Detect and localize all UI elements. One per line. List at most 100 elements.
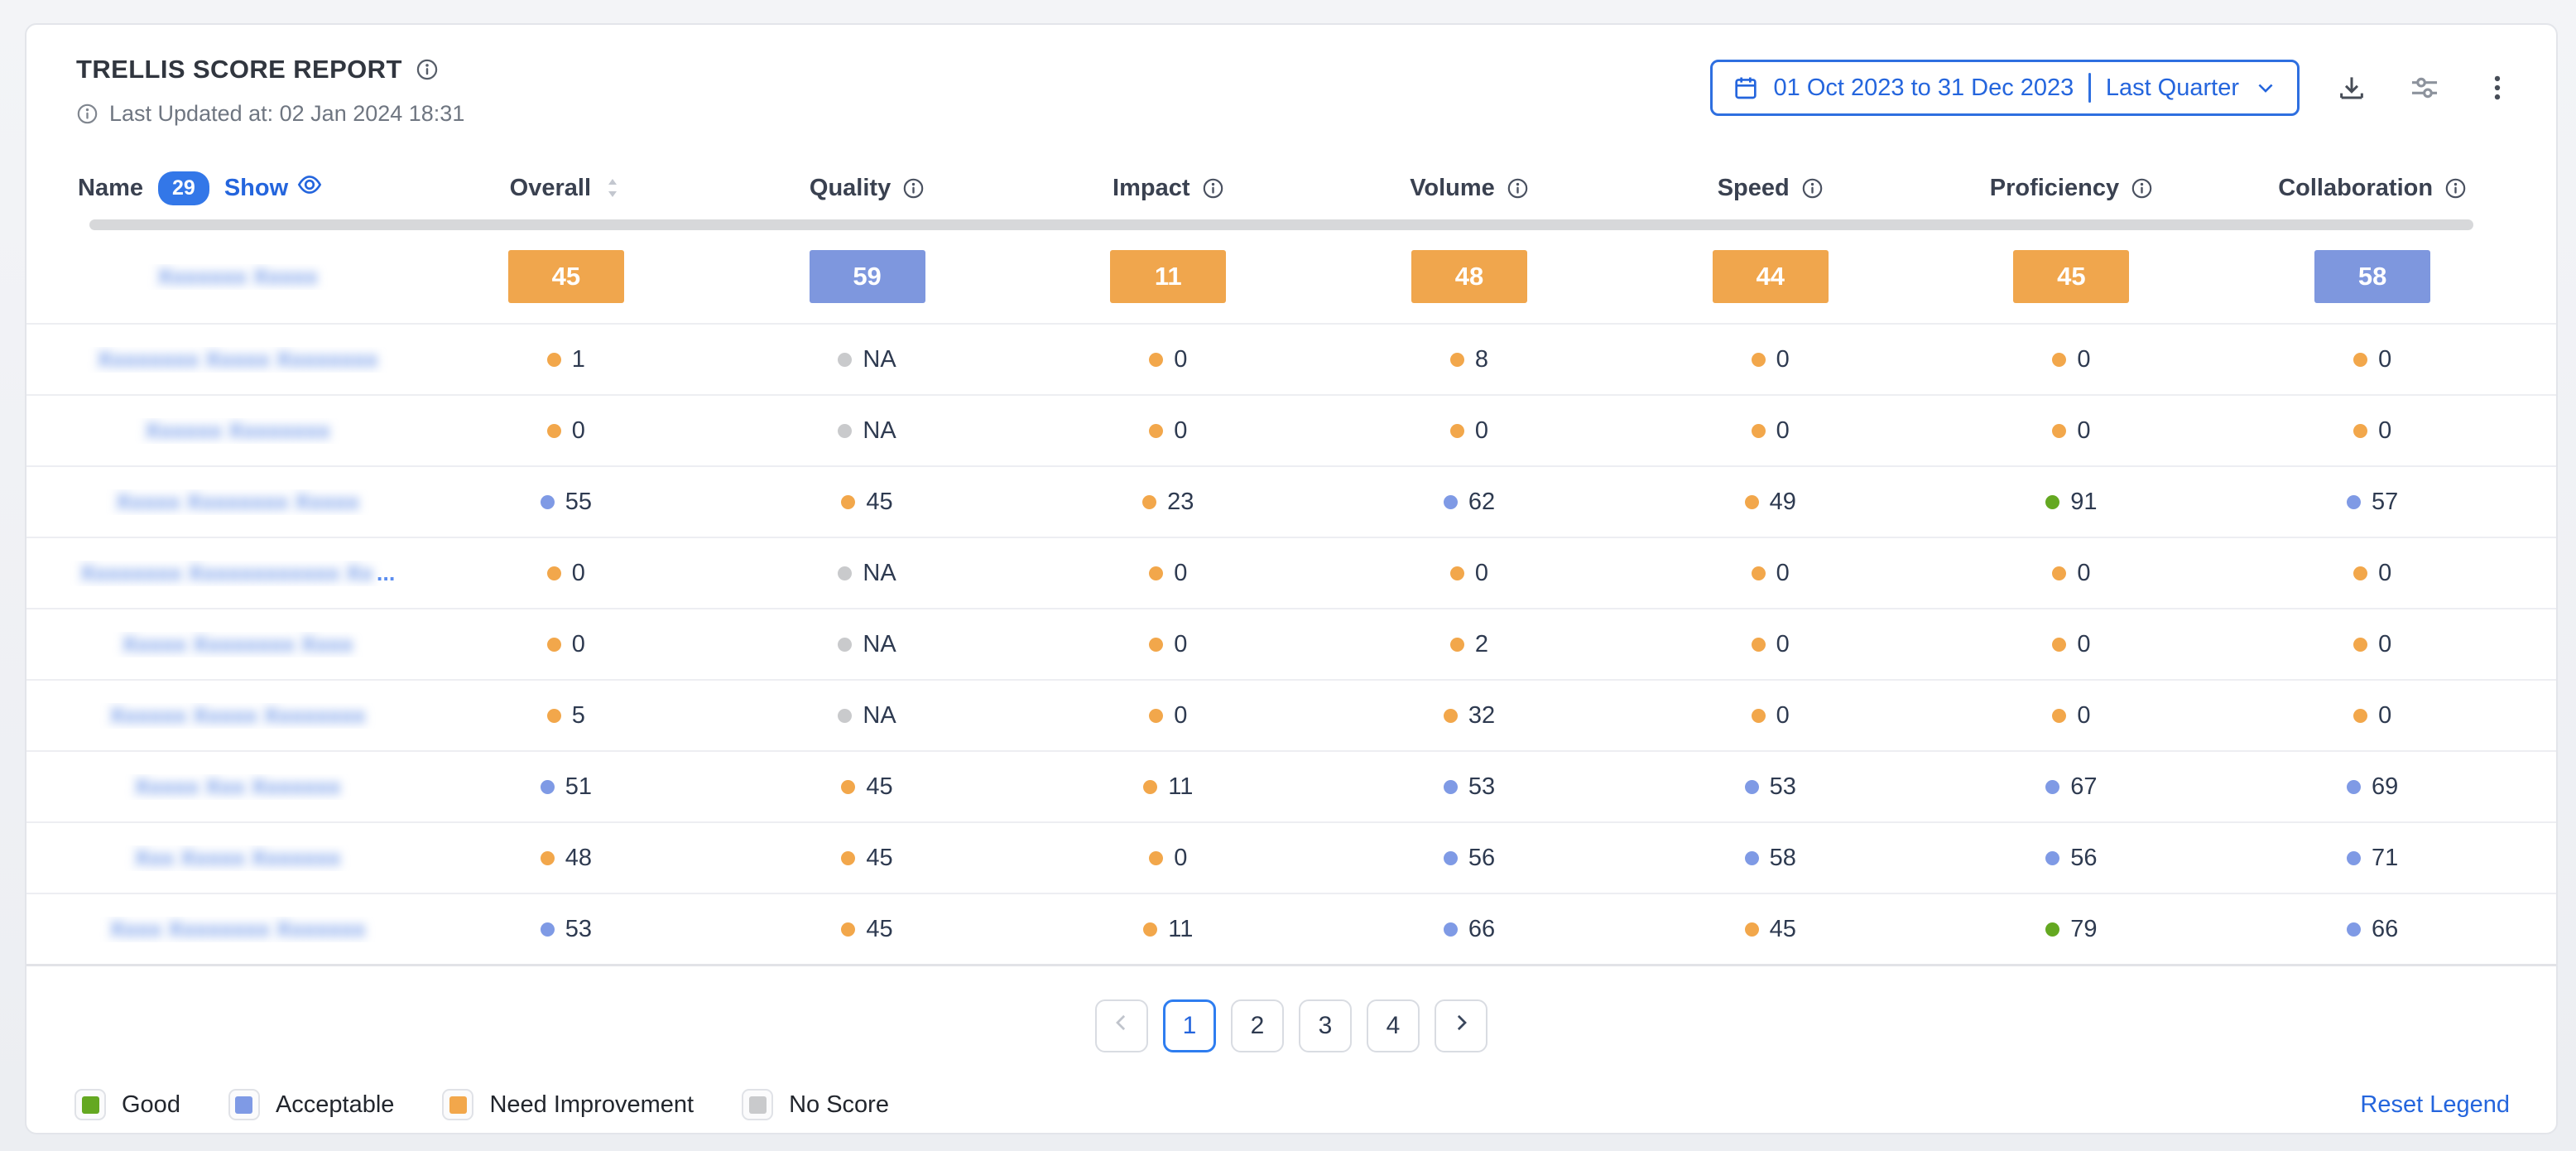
score-value: 53 [565, 916, 592, 943]
trellis-score-report-card: TRELLIS SCORE REPORT Last Updated at: 02… [25, 23, 2558, 1134]
redacted-developer-name: Xxxxx Xxxxxxxx Xxxx [122, 632, 353, 657]
score-value: 48 [565, 845, 592, 872]
info-icon[interactable] [1801, 177, 1824, 200]
summary-row[interactable]: Xxxxxxx Xxxxx 45 59 11 48 44 45 58 [26, 230, 2556, 325]
row-name-link[interactable]: Xxxxx Xxx Xxxxxxx [60, 774, 416, 800]
score-cell: 0 [1017, 417, 1319, 445]
summary-score-chip[interactable]: 48 [1411, 250, 1527, 303]
info-icon[interactable] [2444, 177, 2467, 200]
score-value: NA [863, 417, 896, 445]
summary-score-chip[interactable]: 11 [1110, 250, 1226, 303]
table-row[interactable]: Xxxxx Xxx Xxxxxxx51451153536769 [26, 752, 2556, 823]
score-cell: 2 [1319, 631, 1620, 658]
row-name-link[interactable]: Xxx Xxxxx Xxxxxxx [60, 845, 416, 871]
row-name-link[interactable]: Xxxxxxxx Xxxxx Xxxxxxxx [60, 347, 416, 373]
score-cell: 0 [2222, 417, 2523, 445]
score-status-dot [838, 353, 852, 367]
score-status-dot [841, 922, 855, 937]
legend-label: Acceptable [276, 1091, 395, 1119]
pagination-page-1[interactable]: 1 [1163, 999, 1216, 1052]
download-button[interactable] [2331, 67, 2372, 108]
score-cell: NA [717, 702, 1018, 730]
score-status-dot [2353, 424, 2367, 438]
score-value: 45 [1770, 916, 1796, 943]
score-value: 23 [1167, 489, 1194, 516]
reset-legend-link[interactable]: Reset Legend [2360, 1091, 2510, 1119]
table-row[interactable]: Xxxxx Xxxxxxxx Xxxx0NA02000 [26, 609, 2556, 681]
score-cell: 0 [1921, 346, 2223, 373]
score-cell: 56 [1921, 845, 2223, 872]
table-header-row: Name 29 Show OverallQualityImpactVolumeS… [26, 158, 2556, 218]
report-header: TRELLIS SCORE REPORT Last Updated at: 02… [26, 55, 2556, 127]
pagination-prev-button[interactable] [1095, 999, 1148, 1052]
table-row[interactable]: Xxxxx Xxxxxxxx Xxxxx55452362499157 [26, 467, 2556, 538]
legend-item-need-improvement[interactable]: Need Improvement [442, 1089, 694, 1120]
summary-score-chip[interactable]: 44 [1713, 250, 1829, 303]
table-row[interactable]: Xxxx Xxxxxxxx Xxxxxxx53451166457966 [26, 894, 2556, 966]
name-count-badge: 29 [158, 171, 209, 205]
row-name-link[interactable]: Xxxxxxxx Xxxxxxxxxxxx Xx... [60, 561, 416, 586]
row-name-link[interactable]: Xxxx Xxxxxxxx Xxxxxxx [60, 917, 416, 942]
row-name-link[interactable]: Xxxxxx Xxxxxxxx [60, 418, 416, 444]
score-status-dot [2045, 495, 2059, 509]
row-name-link[interactable]: Xxxxx Xxxxxxxx Xxxxx [60, 489, 416, 515]
info-icon[interactable] [2131, 177, 2153, 200]
more-options-button[interactable] [2477, 67, 2518, 108]
table-row[interactable]: Xxxxxxxx Xxxxxxxxxxxx Xx...0NA00000 [26, 538, 2556, 609]
score-cell: 0 [416, 560, 717, 587]
summary-score-chip[interactable]: 58 [2314, 250, 2430, 303]
table-body: Xxxxxxxx Xxxxx Xxxxxxxx1NA08000 Xxxxxx Xx… [26, 325, 2556, 966]
legend-item-good[interactable]: Good [74, 1089, 180, 1120]
table-row[interactable]: Xxxxxx Xxxxx Xxxxxxxx5NA032000 [26, 681, 2556, 752]
pagination-next-button[interactable] [1435, 999, 1487, 1052]
score-value: 66 [1468, 916, 1495, 943]
info-icon[interactable] [1202, 177, 1224, 200]
score-cell: 23 [1017, 489, 1319, 516]
score-value: 2 [1475, 631, 1488, 658]
score-status-dot [838, 638, 852, 652]
score-value: 57 [2372, 489, 2398, 516]
score-cell: 45 [717, 845, 1018, 872]
score-cell: 0 [1319, 560, 1620, 587]
table-row[interactable]: Xxx Xxxxx Xxxxxxx4845056585671 [26, 823, 2556, 894]
legend-swatch [742, 1089, 773, 1120]
legend-item-no-score[interactable]: No Score [742, 1089, 889, 1120]
score-value: 0 [1174, 417, 1187, 445]
chevron-down-icon [2254, 76, 2277, 99]
summary-score-chip[interactable]: 45 [508, 250, 624, 303]
score-status-dot [541, 780, 555, 794]
score-value: 11 [1168, 773, 1193, 801]
pagination-page-2[interactable]: 2 [1231, 999, 1284, 1052]
show-names-toggle[interactable]: Show [224, 171, 323, 205]
pagination-page-3[interactable]: 3 [1299, 999, 1352, 1052]
score-cell: 0 [1620, 631, 1921, 658]
legend-item-acceptable[interactable]: Acceptable [228, 1089, 395, 1120]
date-range-button[interactable]: 01 Oct 2023 to 31 Dec 2023 Last Quarter [1710, 60, 2300, 116]
row-name-link[interactable]: Xxxxxx Xxxxx Xxxxxxxx [60, 703, 416, 729]
pagination-page-4[interactable]: 4 [1367, 999, 1420, 1052]
date-button-divider [2088, 73, 2091, 103]
table-row[interactable]: Xxxxxx Xxxxxxxx0NA00000 [26, 396, 2556, 467]
row-name-link[interactable]: Xxxxx Xxxxxxxx Xxxx [60, 632, 416, 657]
score-cell: 53 [1620, 773, 1921, 801]
horizontal-scrollbar-thumb[interactable] [89, 219, 2473, 230]
summary-score-chip[interactable]: 45 [2013, 250, 2129, 303]
score-cell: 66 [1319, 916, 1620, 943]
sort-icon[interactable] [603, 176, 622, 200]
info-icon[interactable] [1507, 177, 1529, 200]
column-label: Collaboration [2278, 175, 2433, 202]
report-info-icon[interactable] [416, 58, 439, 81]
summary-score-chip[interactable]: 59 [810, 250, 925, 303]
date-preset-text: Last Quarter [2106, 75, 2239, 102]
table-row[interactable]: Xxxxxxxx Xxxxx Xxxxxxxx1NA08000 [26, 325, 2556, 396]
column-label: Proficiency [1990, 175, 2119, 202]
column-header-overall[interactable]: Overall [416, 175, 717, 202]
redacted-developer-name: Xxxxx Xxxxxxxx Xxxxx [116, 489, 359, 515]
info-icon[interactable] [902, 177, 925, 200]
summary-row-name[interactable]: Xxxxxxx Xxxxx [60, 264, 416, 290]
score-value: 67 [2070, 773, 2097, 801]
score-status-dot [838, 566, 852, 580]
score-cell: 79 [1921, 916, 2223, 943]
filter-settings-button[interactable] [2404, 67, 2445, 108]
score-status-dot [2353, 638, 2367, 652]
